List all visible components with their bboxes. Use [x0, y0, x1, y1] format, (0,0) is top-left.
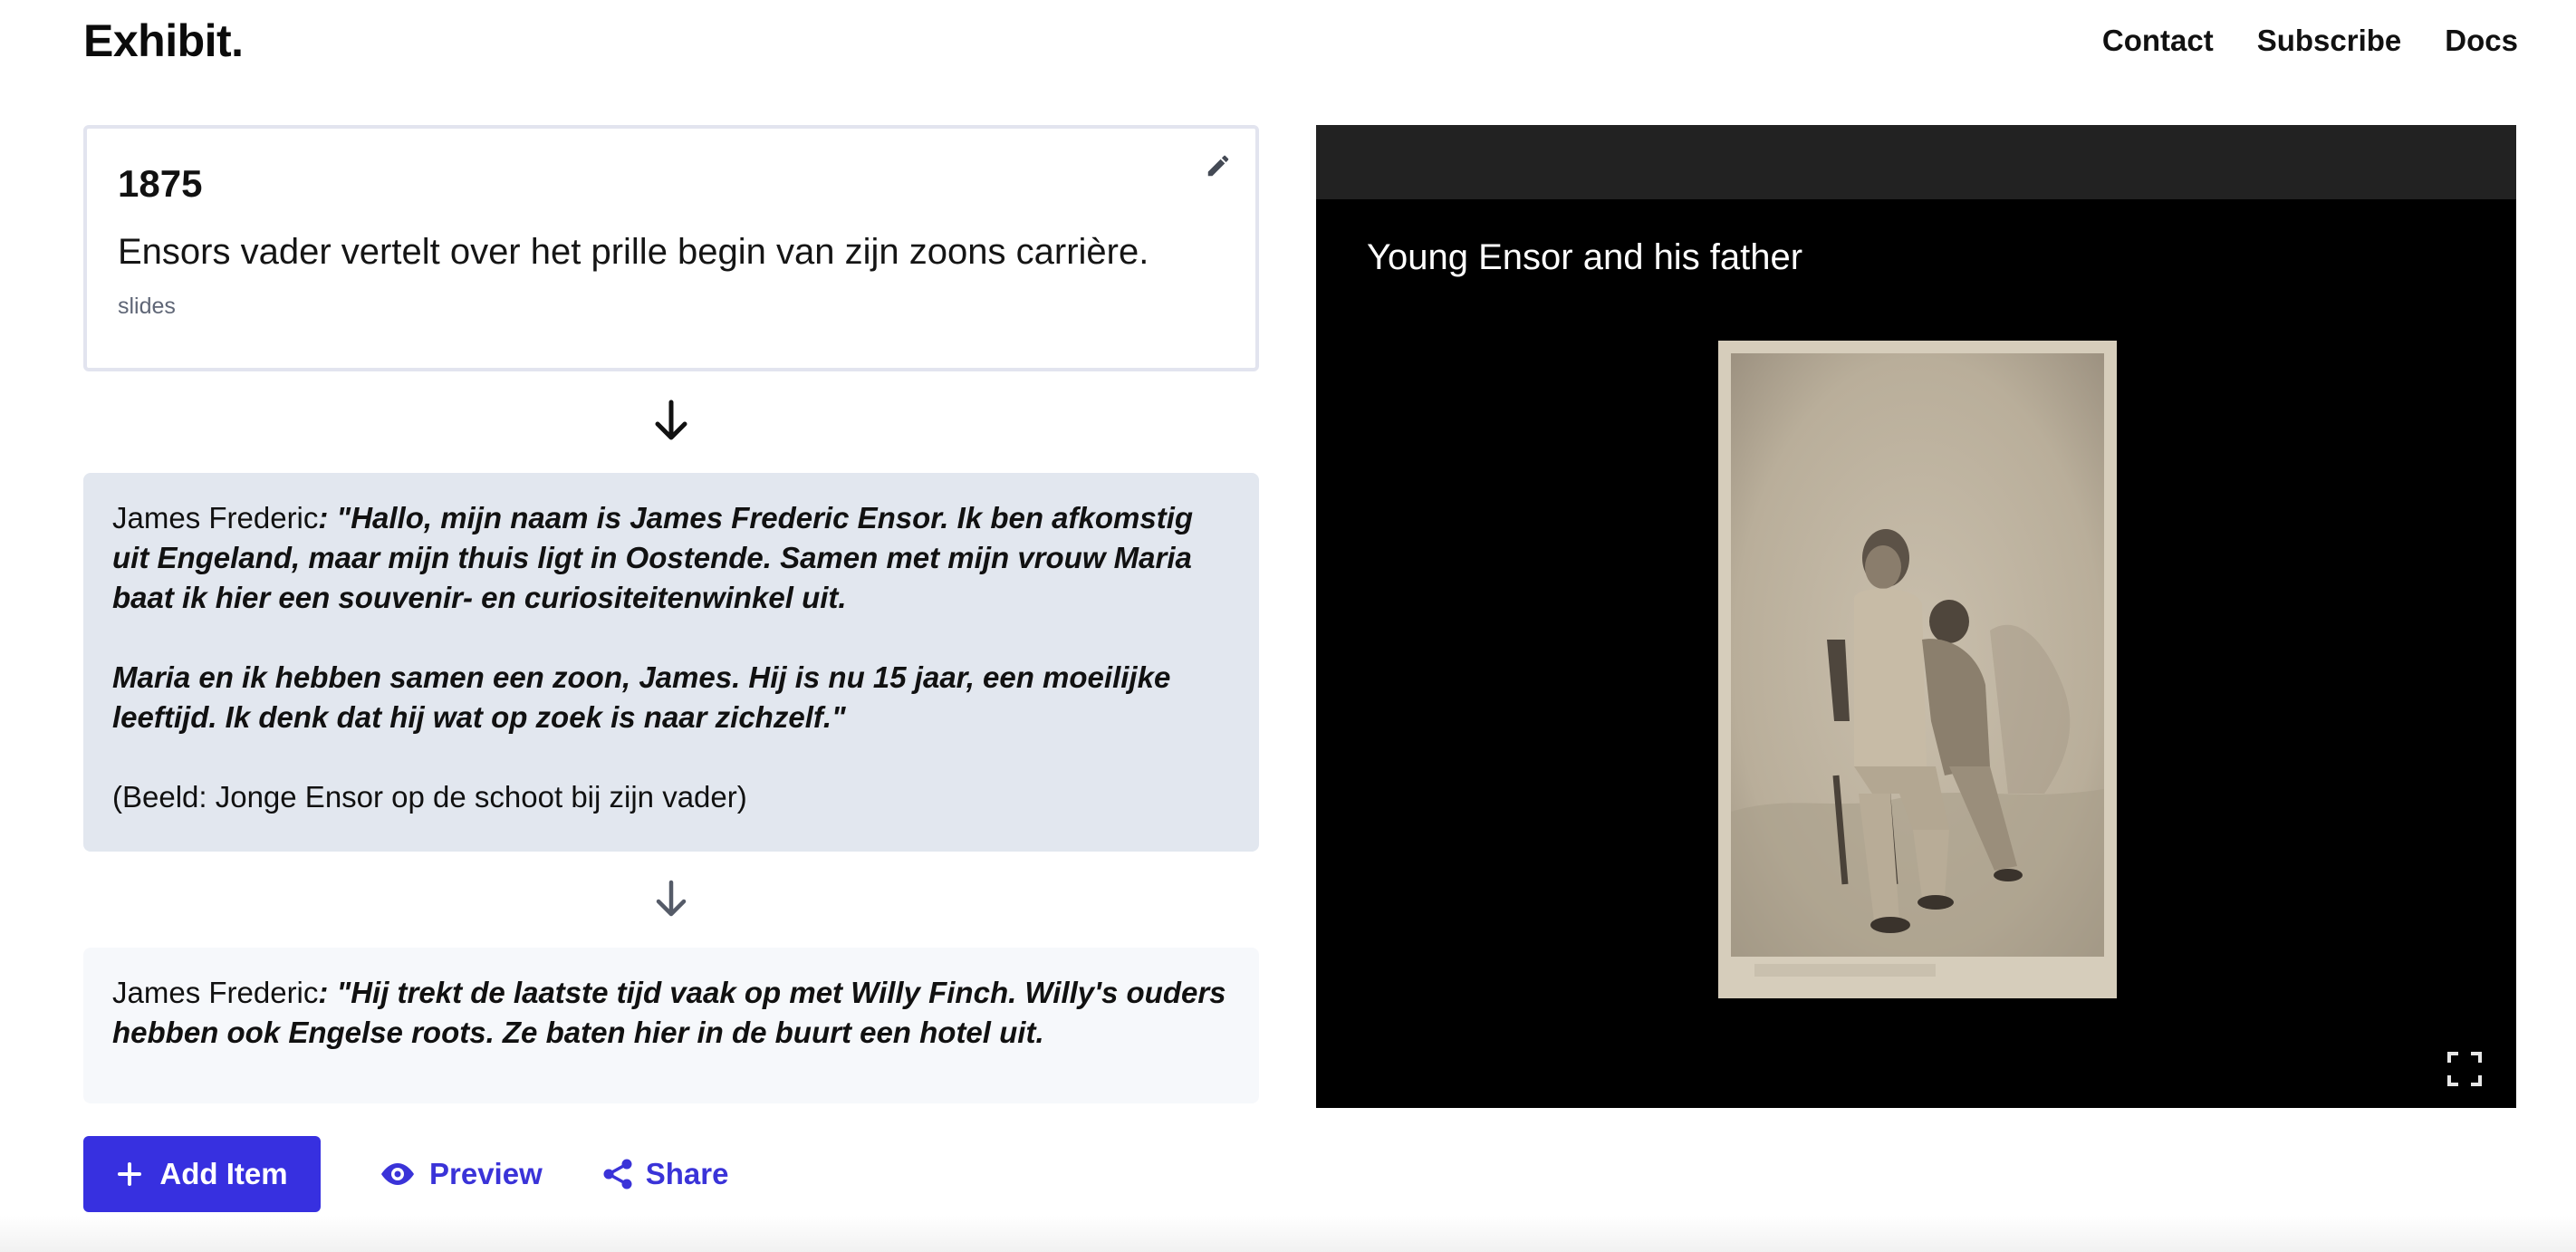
fullscreen-icon[interactable]	[2446, 1050, 2484, 1088]
nav-contact[interactable]: Contact	[2102, 24, 2214, 58]
speaker-name: James Frederic	[112, 501, 319, 535]
page: Exhibit. Contact Subscribe Docs 1875 Ens…	[0, 0, 2576, 1252]
speaker-name: James Frederic	[112, 976, 319, 1009]
card-description: Ensors vader vertelt over het prille beg…	[118, 232, 1149, 272]
preview-label: Preview	[429, 1157, 543, 1190]
card-year: 1875	[118, 162, 203, 205]
media-viewer[interactable]: Young Ensor and his father	[1316, 125, 2516, 1108]
card-type-label: slides	[118, 294, 176, 319]
share-icon	[603, 1159, 632, 1189]
slides-card[interactable]: 1875 Ensors vader vertelt over het prill…	[83, 125, 1259, 371]
quote-paragraph-2: Maria en ik hebben samen een zoon, James…	[112, 660, 1171, 734]
add-item-label: Add Item	[159, 1157, 288, 1190]
share-label: Share	[645, 1157, 729, 1190]
action-bar: Add Item Preview Share	[83, 1136, 728, 1212]
quote-card[interactable]: James Frederic: "Hij trekt de laatste ti…	[83, 948, 1259, 1103]
brand-logo[interactable]: Exhibit.	[83, 14, 244, 67]
add-item-button[interactable]: Add Item	[83, 1136, 321, 1212]
eye-icon	[381, 1163, 414, 1185]
image-caption: (Beeld: Jonge Ensor op de schoot bij zij…	[112, 780, 747, 814]
arrow-down-icon	[83, 879, 1259, 924]
historic-photo[interactable]	[1718, 341, 2117, 998]
quote-separator: : "	[318, 501, 351, 535]
viewer-top-bar	[1316, 125, 2516, 199]
arrow-down-icon	[83, 399, 1259, 453]
preview-button[interactable]: Preview	[379, 1157, 543, 1191]
timeline-column: 1875 Ensors vader vertelt over het prill…	[83, 125, 1259, 1103]
share-button[interactable]: Share	[602, 1157, 729, 1191]
pencil-icon[interactable]	[1201, 149, 1235, 183]
bottom-shadow	[0, 1216, 2576, 1252]
plus-icon	[118, 1162, 142, 1186]
quote-paragraph-1: James Frederic: "Hallo, mijn naam is Jam…	[112, 498, 1230, 618]
nav-docs[interactable]: Docs	[2445, 24, 2518, 58]
top-nav: Contact Subscribe Docs	[2102, 24, 2518, 58]
quote-separator: :	[318, 976, 337, 1009]
quote-paragraph: James Frederic: "Hij trekt de laatste ti…	[112, 973, 1230, 1053]
viewer-title: Young Ensor and his father	[1367, 237, 1803, 277]
quote-card-active[interactable]: James Frederic: "Hallo, mijn naam is Jam…	[83, 473, 1259, 852]
nav-subscribe[interactable]: Subscribe	[2257, 24, 2402, 58]
